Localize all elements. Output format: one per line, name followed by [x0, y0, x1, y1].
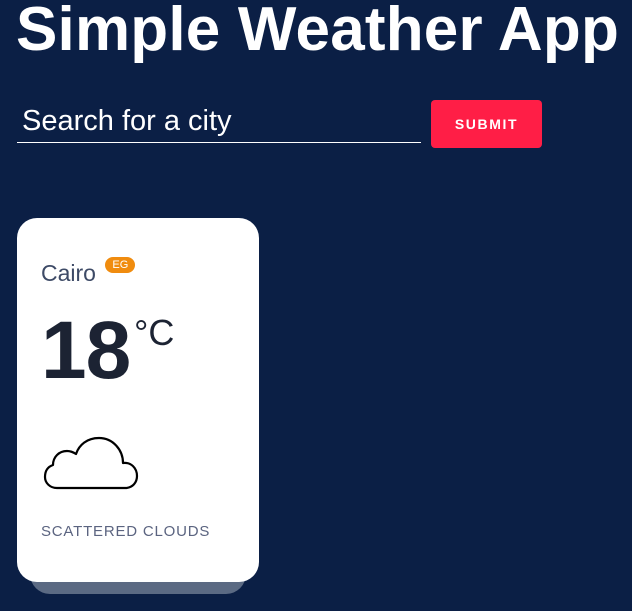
page-title: Simple Weather App — [16, 0, 620, 64]
temperature-value: 18 — [41, 305, 131, 396]
weather-description: SCATTERED CLOUDS — [41, 523, 211, 540]
weather-card: Cairo EG 18 °C SCATTERED CLOUDS — [17, 218, 259, 582]
country-badge: EG — [105, 256, 136, 273]
temperature-unit: °C — [134, 312, 175, 353]
search-form: SUBMIT — [17, 100, 547, 148]
city-row: Cairo EG — [41, 256, 136, 290]
cloud-icon — [43, 436, 139, 490]
search-input[interactable] — [17, 100, 421, 143]
submit-button[interactable]: SUBMIT — [431, 100, 542, 148]
city-name: Cairo — [41, 260, 96, 286]
temperature: 18 °C — [41, 305, 174, 396]
